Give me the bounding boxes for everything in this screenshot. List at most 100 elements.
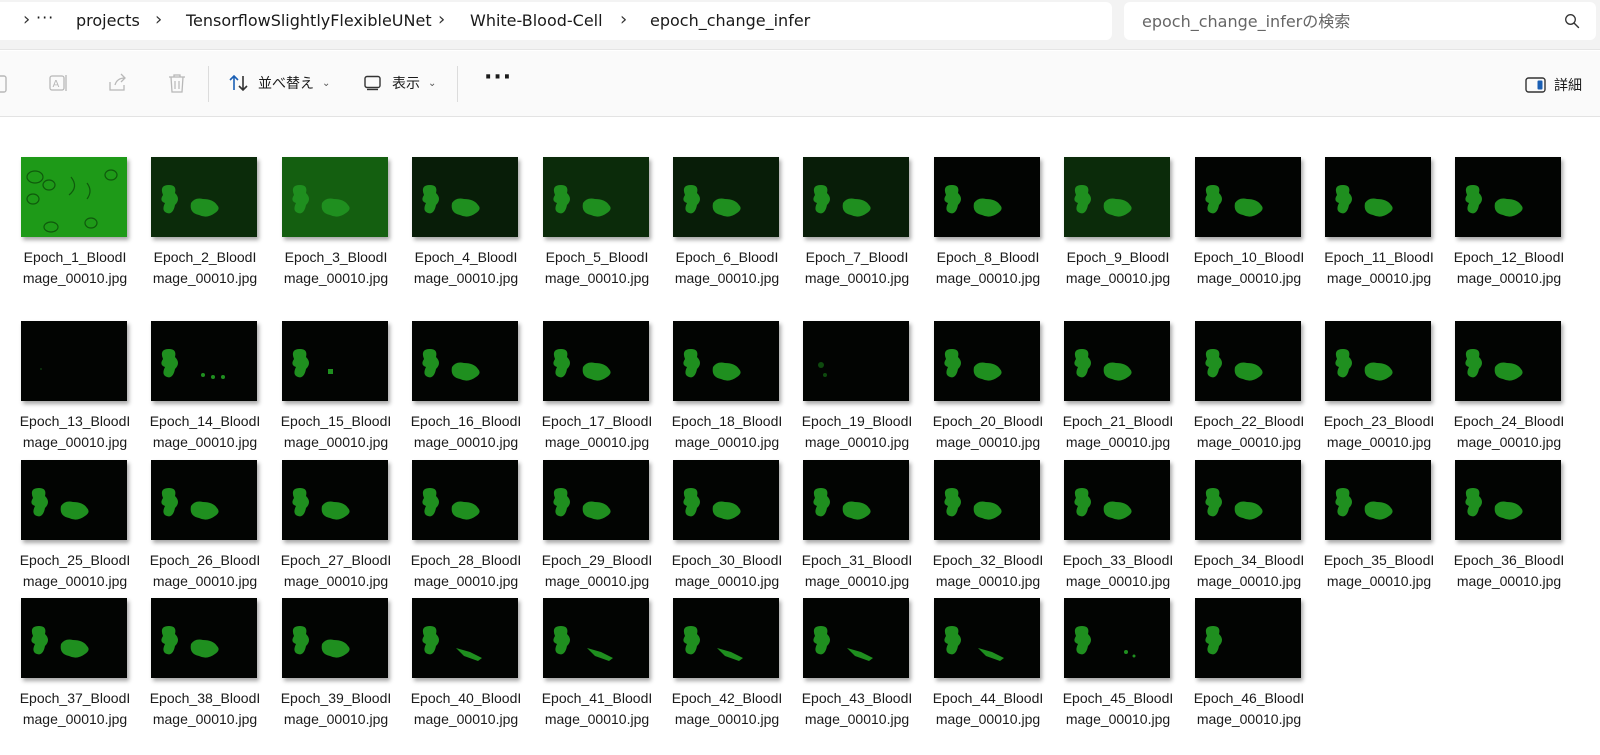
file-name-line-2: mage_00010.jpg xyxy=(1456,573,1562,589)
search-icon[interactable] xyxy=(1564,13,1580,29)
file-thumbnail[interactable] xyxy=(1455,157,1561,237)
chevron-down-icon: ⌄ xyxy=(428,77,437,89)
file-thumbnail[interactable] xyxy=(282,321,388,401)
file-name-line-1: Epoch_46_BloodI xyxy=(1193,690,1305,706)
file-name-line-1: Epoch_24_BloodI xyxy=(1453,413,1565,429)
file-thumbnail[interactable] xyxy=(282,598,388,678)
file-name-line-2: mage_00010.jpg xyxy=(544,270,650,286)
file-thumbnail[interactable] xyxy=(673,321,779,401)
file-name-line-2: mage_00010.jpg xyxy=(804,573,910,589)
file-thumbnail[interactable] xyxy=(151,460,257,540)
file-name-line-1: Epoch_33_BloodI xyxy=(1062,552,1174,568)
file-name: Epoch_25_BloodI mage_00010.jpg xyxy=(1,550,149,592)
file-name: Epoch_34_BloodI mage_00010.jpg xyxy=(1175,550,1323,592)
breadcrumb-tensorflow-unet[interactable]: TensorflowSlightlyFlexibleUNet xyxy=(186,11,432,30)
sort-label: 並べ替え xyxy=(258,76,314,92)
file-thumbnail[interactable] xyxy=(803,157,909,237)
file-thumbnail[interactable] xyxy=(1195,460,1301,540)
file-thumbnail[interactable] xyxy=(412,460,518,540)
file-thumbnail[interactable] xyxy=(934,157,1040,237)
file-name: Epoch_27_BloodI mage_00010.jpg xyxy=(262,550,410,592)
file-thumbnail[interactable] xyxy=(1455,460,1561,540)
file-thumbnail[interactable] xyxy=(934,321,1040,401)
file-name: Epoch_8_BloodI mage_00010.jpg xyxy=(914,247,1062,289)
details-pane-button[interactable]: 詳細 xyxy=(1525,75,1582,95)
view-button[interactable]: 表示 ⌄ xyxy=(364,68,436,98)
file-thumbnail[interactable] xyxy=(282,460,388,540)
file-name: Epoch_5_BloodI mage_00010.jpg xyxy=(523,247,671,289)
paste-icon[interactable] xyxy=(0,72,10,94)
file-name-line-1: Epoch_45_BloodI xyxy=(1062,690,1174,706)
file-name: Epoch_43_BloodI mage_00010.jpg xyxy=(783,688,931,730)
file-thumbnail[interactable] xyxy=(21,460,127,540)
file-name-line-1: Epoch_37_BloodI xyxy=(19,690,131,706)
file-thumbnail[interactable] xyxy=(673,598,779,678)
file-name-line-2: mage_00010.jpg xyxy=(152,573,258,589)
file-thumbnail[interactable] xyxy=(21,598,127,678)
file-thumbnail[interactable] xyxy=(412,598,518,678)
file-thumbnail[interactable] xyxy=(412,157,518,237)
breadcrumb-epoch-change-infer[interactable]: epoch_change_infer xyxy=(650,11,810,30)
file-thumbnail[interactable] xyxy=(151,157,257,237)
file-thumbnail[interactable] xyxy=(1325,321,1431,401)
breadcrumb-projects[interactable]: projects xyxy=(76,11,140,30)
rename-icon[interactable]: A xyxy=(48,72,70,94)
file-thumbnail[interactable] xyxy=(21,157,127,237)
file-thumbnail[interactable] xyxy=(803,598,909,678)
file-thumbnail[interactable] xyxy=(1325,460,1431,540)
file-thumbnail[interactable] xyxy=(1325,157,1431,237)
file-name-line-1: Epoch_4_BloodI xyxy=(414,249,518,265)
file-name-line-2: mage_00010.jpg xyxy=(283,573,389,589)
file-thumbnail[interactable] xyxy=(934,460,1040,540)
file-thumbnail[interactable] xyxy=(673,157,779,237)
file-thumbnail[interactable] xyxy=(21,321,127,401)
breadcrumb-overflow-button[interactable]: ··· xyxy=(36,8,54,27)
file-name-line-2: mage_00010.jpg xyxy=(935,711,1041,727)
file-thumbnail[interactable] xyxy=(412,321,518,401)
file-thumbnail[interactable] xyxy=(543,321,649,401)
file-thumbnail[interactable] xyxy=(151,321,257,401)
file-thumbnail[interactable] xyxy=(1195,598,1301,678)
search-box[interactable] xyxy=(1124,2,1596,40)
breadcrumb-white-blood-cell[interactable]: White-Blood-Cell xyxy=(470,11,603,30)
file-thumbnail[interactable] xyxy=(543,598,649,678)
file-name-line-2: mage_00010.jpg xyxy=(1326,270,1432,286)
file-name-line-1: Epoch_21_BloodI xyxy=(1062,413,1174,429)
file-thumbnail[interactable] xyxy=(1064,598,1170,678)
file-name: Epoch_29_BloodI mage_00010.jpg xyxy=(523,550,671,592)
delete-icon[interactable] xyxy=(166,72,188,94)
file-thumbnail[interactable] xyxy=(1195,157,1301,237)
file-name: Epoch_33_BloodI mage_00010.jpg xyxy=(1044,550,1192,592)
search-input[interactable] xyxy=(1142,10,1542,32)
file-name-line-1: Epoch_35_BloodI xyxy=(1323,552,1435,568)
file-thumbnail[interactable] xyxy=(934,598,1040,678)
file-name: Epoch_23_BloodI mage_00010.jpg xyxy=(1305,411,1453,453)
file-thumbnail[interactable] xyxy=(1195,321,1301,401)
file-name-line-2: mage_00010.jpg xyxy=(283,711,389,727)
file-thumbnail[interactable] xyxy=(1064,321,1170,401)
file-thumbnail[interactable] xyxy=(282,157,388,237)
file-thumbnail[interactable] xyxy=(1064,460,1170,540)
file-thumbnail[interactable] xyxy=(543,157,649,237)
command-bar: A 並べ替え ⌄ 表示 ⌄ ··· 詳細 xyxy=(0,51,1600,117)
file-name-line-2: mage_00010.jpg xyxy=(152,711,258,727)
file-name-line-2: mage_00010.jpg xyxy=(283,270,389,286)
file-name-line-1: Epoch_40_BloodI xyxy=(410,690,522,706)
sort-button[interactable]: 並べ替え ⌄ xyxy=(228,68,330,98)
file-thumbnail[interactable] xyxy=(673,460,779,540)
breadcrumb[interactable]: ··· › › projects TensorflowSlightlyFlexi… xyxy=(0,2,1112,40)
file-thumbnail[interactable] xyxy=(803,460,909,540)
share-icon[interactable] xyxy=(107,72,129,94)
file-thumbnail[interactable] xyxy=(543,460,649,540)
file-thumbnail[interactable] xyxy=(803,321,909,401)
file-name-line-2: mage_00010.jpg xyxy=(283,434,389,450)
file-thumbnail[interactable] xyxy=(151,598,257,678)
address-row: ··· › › projects TensorflowSlightlyFlexi… xyxy=(0,0,1600,50)
file-thumbnail[interactable] xyxy=(1455,321,1561,401)
file-name-line-1: Epoch_15_BloodI xyxy=(280,413,392,429)
file-name-line-2: mage_00010.jpg xyxy=(1065,711,1171,727)
more-options-button[interactable]: ··· xyxy=(484,65,512,90)
file-thumbnail[interactable] xyxy=(1064,157,1170,237)
file-name-line-1: Epoch_14_BloodI xyxy=(149,413,261,429)
file-name: Epoch_32_BloodI mage_00010.jpg xyxy=(914,550,1062,592)
